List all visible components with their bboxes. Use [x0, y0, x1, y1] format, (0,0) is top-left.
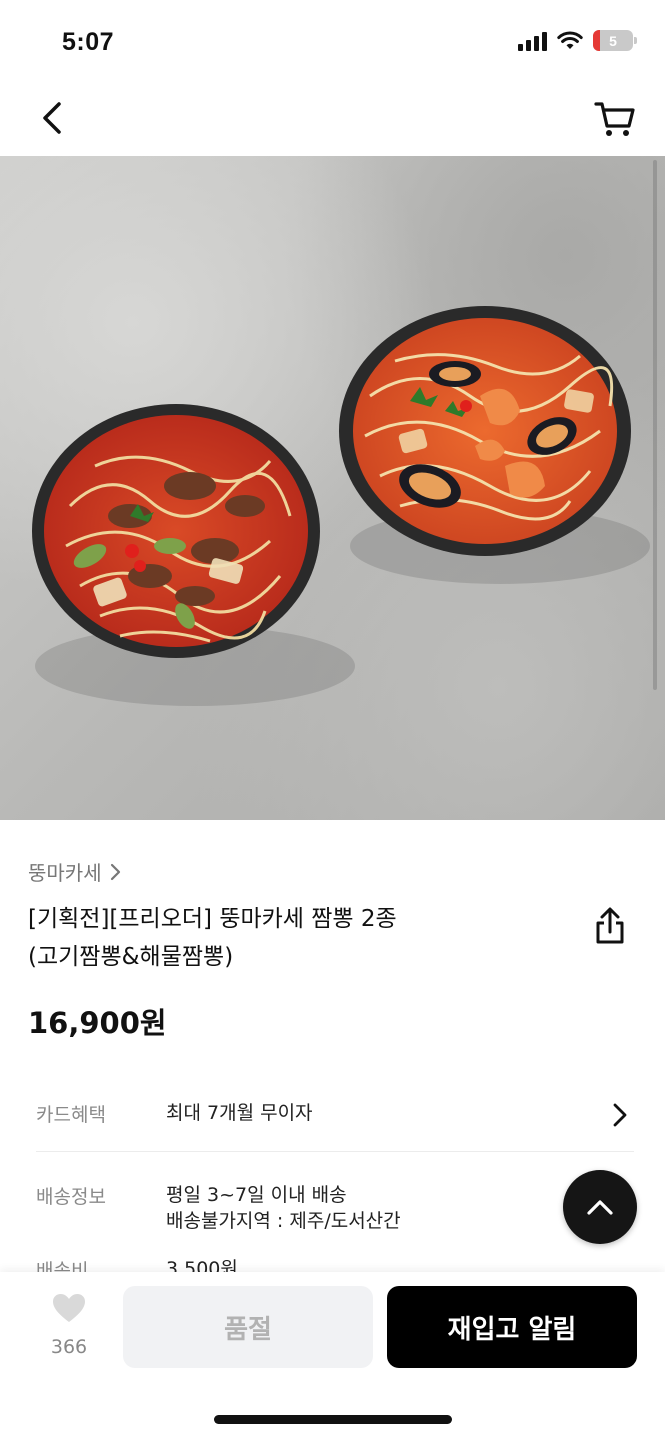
signal-icon [518, 31, 547, 51]
nav-bar [0, 80, 665, 156]
jjamppong-bowls-illustration [32, 306, 650, 706]
restock-alert-button[interactable]: 재입고 알림 [387, 1286, 637, 1368]
card-benefit-row[interactable]: 카드혜택 최대 7개월 무이자 [36, 1100, 634, 1152]
soldout-button[interactable]: 품절 [123, 1286, 373, 1368]
scrollbar[interactable] [653, 160, 657, 690]
like-count: 366 [50, 1336, 88, 1358]
shipping-restriction: 배송불가지역 : 제주/도서산간 [166, 1210, 401, 1232]
like-button[interactable]: 366 [38, 1292, 100, 1358]
card-benefit-value: 최대 7개월 무이자 [166, 1102, 313, 1124]
product-price: 16,900원 [28, 1006, 167, 1040]
wifi-icon [557, 31, 583, 49]
share-icon[interactable] [592, 906, 628, 946]
shipping-info-value: 평일 3~7일 이내 배송 배송불가지역 : 제주/도서산간 [166, 1182, 401, 1234]
product-title-line1: [기획전][프리오더] 뚱마카세 짬뽕 2종 [28, 906, 397, 932]
card-benefit-label: 카드혜택 [36, 1104, 106, 1126]
battery-icon: 5 [593, 30, 637, 51]
heart-icon [53, 1294, 85, 1322]
home-indicator[interactable] [214, 1415, 452, 1424]
shipping-info-label: 배송정보 [36, 1186, 106, 1208]
status-icons: 5 [518, 30, 637, 51]
product-title: [기획전][프리오더] 뚱마카세 짬뽕 2종 (고기짬뽕&해물짬뽕) [28, 900, 548, 976]
chevron-right-icon [110, 863, 120, 880]
battery-level: 5 [609, 32, 617, 49]
status-bar: 5:07 5 [0, 0, 665, 80]
status-time: 5:07 [62, 28, 115, 56]
brand-name: 뚱마카세 [28, 861, 102, 885]
product-title-line2: (고기짬뽕&해물짬뽕) [28, 944, 234, 970]
brand-link[interactable]: 뚱마카세 [28, 857, 122, 886]
chevron-up-icon [587, 1200, 613, 1215]
shipping-period: 평일 3~7일 이내 배송 [166, 1184, 347, 1206]
chevron-left-icon[interactable] [34, 98, 74, 138]
scroll-to-top-button[interactable] [563, 1170, 637, 1244]
cart-icon[interactable] [593, 96, 637, 140]
product-image [0, 156, 665, 820]
shipping-info-row: 배송정보 평일 3~7일 이내 배송 배송불가지역 : 제주/도서산간 [36, 1182, 634, 1252]
chevron-right-icon [613, 1103, 627, 1127]
